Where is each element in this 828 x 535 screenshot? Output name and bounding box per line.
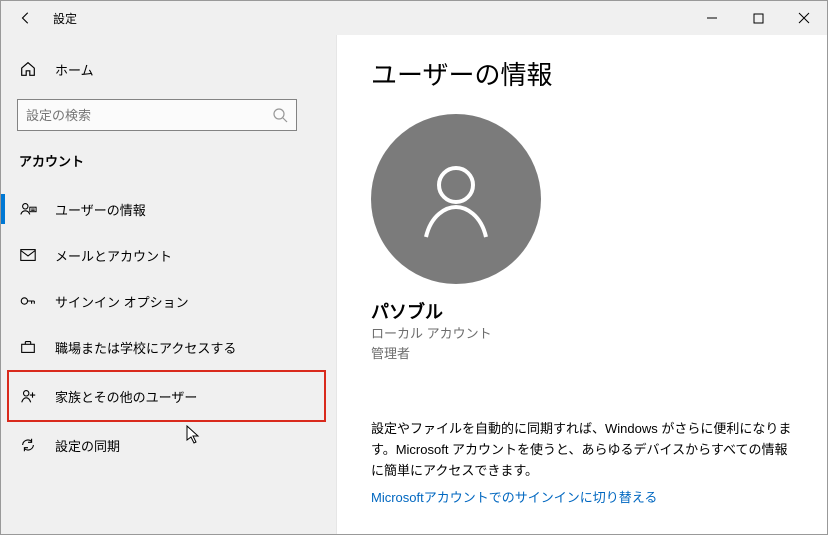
person-add-icon — [19, 387, 37, 405]
sidebar-item-family-other-users[interactable]: 家族とその他のユーザー — [7, 370, 326, 422]
username: パソブル — [371, 298, 793, 324]
sync-description: 設定やファイルを自動的に同期すれば、Windows がさらに便利になります。Mi… — [371, 419, 793, 481]
switch-to-ms-account-link[interactable]: Microsoftアカウントでのサインインに切り替える — [371, 487, 657, 506]
section-title: アカウント — [1, 143, 336, 186]
briefcase-icon — [19, 338, 37, 356]
sidebar-item-work-school[interactable]: 職場または学校にアクセスする — [1, 324, 336, 370]
account-role: 管理者 — [371, 344, 793, 364]
search-icon — [272, 107, 288, 123]
sidebar-item-label: ユーザーの情報 — [55, 200, 146, 219]
person-badge-icon — [19, 200, 37, 218]
titlebar: 設定 — [1, 1, 827, 35]
home-label: ホーム — [55, 60, 94, 79]
sync-icon — [19, 436, 37, 454]
content-panel: ユーザーの情報 パソブル ローカル アカウント 管理者 設定やファイルを自動的に… — [337, 35, 827, 534]
sidebar-item-label: 設定の同期 — [55, 436, 120, 455]
sidebar: ホーム アカウント ユーザーの情報 — [1, 35, 337, 534]
back-button[interactable] — [17, 9, 35, 27]
page-title: ユーザーの情報 — [371, 55, 793, 92]
mail-icon — [19, 246, 37, 264]
sidebar-item-your-info[interactable]: ユーザーの情報 — [1, 186, 336, 232]
key-icon — [19, 292, 37, 310]
sidebar-item-label: 家族とその他のユーザー — [55, 387, 197, 406]
sidebar-item-label: 職場または学校にアクセスする — [55, 338, 236, 357]
search-input[interactable] — [26, 108, 272, 123]
home-button[interactable]: ホーム — [1, 49, 336, 89]
sidebar-item-label: サインイン オプション — [55, 292, 189, 311]
home-icon — [19, 60, 37, 78]
close-button[interactable] — [781, 2, 827, 34]
window-title: 設定 — [53, 10, 77, 27]
sidebar-item-signin-options[interactable]: サインイン オプション — [1, 278, 336, 324]
maximize-button[interactable] — [735, 2, 781, 34]
avatar — [371, 114, 541, 284]
search-input-wrap[interactable] — [17, 99, 297, 131]
sidebar-item-email-accounts[interactable]: メールとアカウント — [1, 232, 336, 278]
account-type: ローカル アカウント — [371, 324, 793, 344]
sidebar-item-label: メールとアカウント — [55, 246, 172, 265]
sidebar-item-sync-settings[interactable]: 設定の同期 — [1, 422, 336, 468]
minimize-button[interactable] — [689, 2, 735, 34]
